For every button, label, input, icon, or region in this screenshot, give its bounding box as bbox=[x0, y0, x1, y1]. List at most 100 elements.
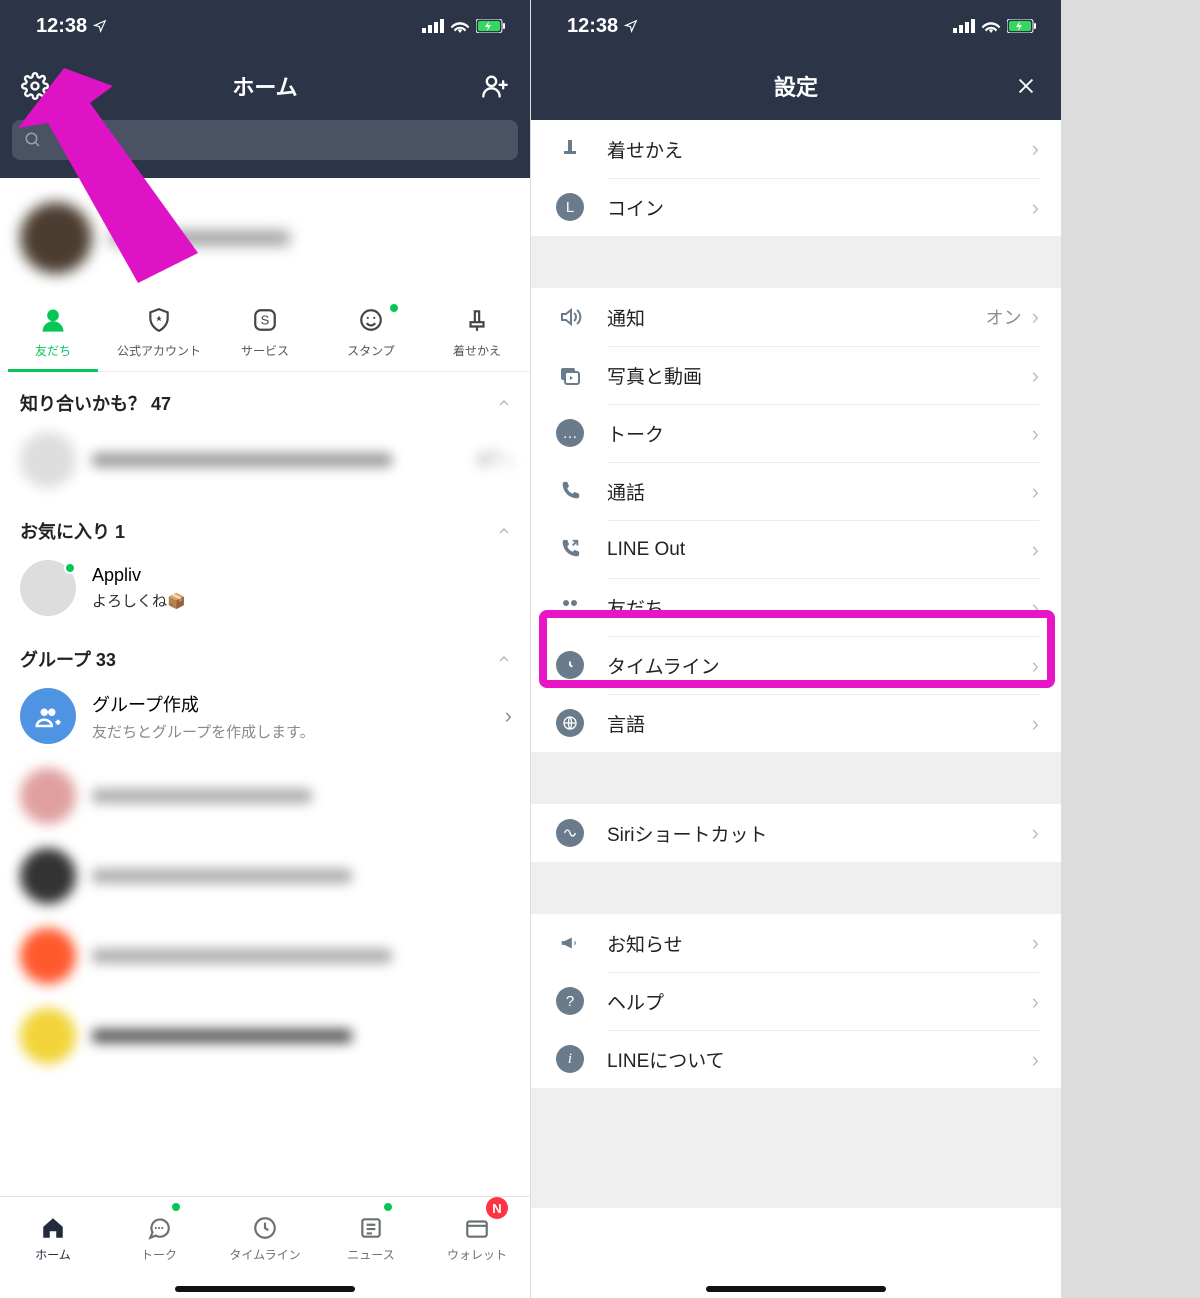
chevron-right-icon: › bbox=[1032, 537, 1039, 563]
cellular-signal-icon bbox=[422, 19, 444, 33]
bottom-tab-timeline[interactable]: タイムライン bbox=[212, 1197, 318, 1280]
group-row[interactable] bbox=[0, 916, 530, 996]
chevron-right-icon: › bbox=[1032, 820, 1039, 846]
tab-service[interactable]: S サービス bbox=[212, 300, 318, 371]
settings-label: 言語 bbox=[607, 710, 645, 737]
settings-label: トーク bbox=[607, 420, 664, 447]
notification-dot-icon bbox=[390, 304, 398, 312]
settings-row-notification[interactable]: 通知 オン › bbox=[531, 288, 1061, 346]
bottom-tab-label: ホーム bbox=[35, 1246, 71, 1263]
tab-stamp[interactable]: スタンプ bbox=[318, 300, 424, 371]
favorite-row[interactable]: Appliv よろしくね📦 bbox=[0, 548, 530, 628]
location-services-icon bbox=[93, 19, 107, 33]
search-input[interactable] bbox=[12, 120, 518, 160]
nav-row: ホーム bbox=[0, 52, 530, 120]
tab-friends[interactable]: 友だち bbox=[0, 300, 106, 371]
avatar bbox=[20, 1008, 76, 1064]
brush-icon bbox=[555, 134, 585, 164]
help-icon: ? bbox=[555, 986, 585, 1016]
online-dot-icon bbox=[64, 562, 76, 574]
tab-label: スタンプ bbox=[347, 342, 395, 359]
siri-icon bbox=[555, 818, 585, 848]
group-create-row[interactable]: グループ作成 友だちとグループを作成します。 › bbox=[0, 676, 530, 756]
settings-label: ヘルプ bbox=[607, 988, 664, 1015]
settings-screen: 12:38 設定 bbox=[531, 0, 1061, 1298]
settings-row-photovideo[interactable]: 写真と動画 › bbox=[531, 346, 1061, 404]
chevron-right-icon: › bbox=[1032, 653, 1039, 679]
settings-label: 通知 bbox=[607, 304, 645, 331]
tab-label: 着せかえ bbox=[453, 342, 501, 359]
settings-label: 通話 bbox=[607, 478, 645, 505]
page-title: ホーム bbox=[232, 70, 297, 102]
settings-list[interactable]: 着せかえ › L コイン › 通知 オ bbox=[531, 120, 1061, 1208]
settings-row-theme[interactable]: 着せかえ › bbox=[531, 120, 1061, 178]
group-add-icon bbox=[20, 688, 76, 744]
tab-official[interactable]: 公式アカウント bbox=[106, 300, 212, 371]
chevron-right-icon: › bbox=[505, 447, 512, 473]
settings-gear-icon[interactable] bbox=[20, 71, 50, 101]
tab-theme[interactable]: 着せかえ bbox=[424, 300, 530, 371]
section-suggestions-header[interactable]: 知り合いかも？ 47 bbox=[0, 372, 530, 420]
chevron-up-icon bbox=[496, 523, 512, 539]
section-title: 知り合いかも？ 47 bbox=[20, 390, 171, 416]
news-icon bbox=[358, 1214, 384, 1242]
settings-label: タイムライン bbox=[607, 652, 720, 679]
chevron-right-icon: › bbox=[1032, 989, 1039, 1015]
add-friend-icon[interactable] bbox=[480, 71, 510, 101]
home-indicator[interactable] bbox=[706, 1286, 886, 1292]
globe-icon bbox=[555, 708, 585, 738]
group-row[interactable] bbox=[0, 836, 530, 916]
avatar bbox=[20, 928, 76, 984]
settings-row-about[interactable]: i LINEについて › bbox=[531, 1030, 1061, 1088]
phone-icon bbox=[555, 476, 585, 506]
shield-star-icon bbox=[146, 306, 172, 334]
status-time: 12:38 bbox=[567, 15, 618, 38]
settings-label: LINEについて bbox=[607, 1046, 725, 1073]
bottom-tab-talk[interactable]: トーク bbox=[106, 1197, 212, 1280]
bottom-tab-bar: ホーム トーク タイムライン ニュース N ウォ bbox=[0, 1196, 530, 1298]
battery-charging-icon bbox=[476, 19, 506, 33]
close-icon[interactable] bbox=[1015, 75, 1037, 97]
settings-row-language[interactable]: 言語 › bbox=[531, 694, 1061, 752]
settings-label: コイン bbox=[607, 194, 664, 221]
suggestion-row[interactable]: 47 › bbox=[0, 420, 530, 500]
group-create-title: グループ作成 bbox=[92, 691, 315, 717]
settings-row-help[interactable]: ? ヘルプ › bbox=[531, 972, 1061, 1030]
my-profile-row[interactable] bbox=[0, 178, 530, 294]
bottom-tab-wallet[interactable]: N ウォレット bbox=[424, 1197, 530, 1280]
settings-row-friends[interactable]: 友だち › bbox=[531, 578, 1061, 636]
friend-name: Appliv bbox=[92, 565, 186, 586]
settings-value: オン bbox=[986, 304, 1022, 330]
phone-out-icon bbox=[555, 534, 585, 564]
bottom-tab-news[interactable]: ニュース bbox=[318, 1197, 424, 1280]
bottom-tab-home[interactable]: ホーム bbox=[0, 1197, 106, 1280]
section-favorites-header[interactable]: お気に入り 1 bbox=[0, 500, 530, 548]
service-icon: S bbox=[252, 306, 278, 334]
settings-row-coin[interactable]: L コイン › bbox=[531, 178, 1061, 236]
chevron-right-icon: › bbox=[505, 703, 512, 729]
section-groups-header[interactable]: グループ 33 bbox=[0, 628, 530, 676]
home-indicator[interactable] bbox=[175, 1286, 355, 1292]
settings-row-call[interactable]: 通話 › bbox=[531, 462, 1061, 520]
nav-row: 設定 bbox=[531, 52, 1061, 120]
wifi-icon bbox=[450, 19, 470, 33]
settings-row-talk[interactable]: … トーク › bbox=[531, 404, 1061, 462]
group-row[interactable] bbox=[0, 756, 530, 836]
photo-video-icon bbox=[555, 360, 585, 390]
settings-row-timeline[interactable]: タイムライン › bbox=[531, 636, 1061, 694]
chat-icon bbox=[146, 1214, 172, 1242]
tab-label: サービス bbox=[241, 342, 289, 359]
group-row[interactable] bbox=[0, 996, 530, 1076]
megaphone-icon bbox=[555, 928, 585, 958]
svg-text:S: S bbox=[261, 312, 270, 327]
settings-row-siri[interactable]: Siriショートカット › bbox=[531, 804, 1061, 862]
chevron-right-icon: › bbox=[1032, 363, 1039, 389]
bottom-tab-label: タイムライン bbox=[229, 1246, 300, 1263]
settings-row-announcement[interactable]: お知らせ › bbox=[531, 914, 1061, 972]
settings-row-lineout[interactable]: LINE Out › bbox=[531, 520, 1061, 578]
settings-label: 友だち bbox=[607, 594, 664, 621]
coin-icon: L bbox=[555, 192, 585, 222]
notification-dot-icon bbox=[172, 1203, 180, 1211]
speaker-icon bbox=[555, 302, 585, 332]
settings-label: Siriショートカット bbox=[607, 820, 767, 847]
